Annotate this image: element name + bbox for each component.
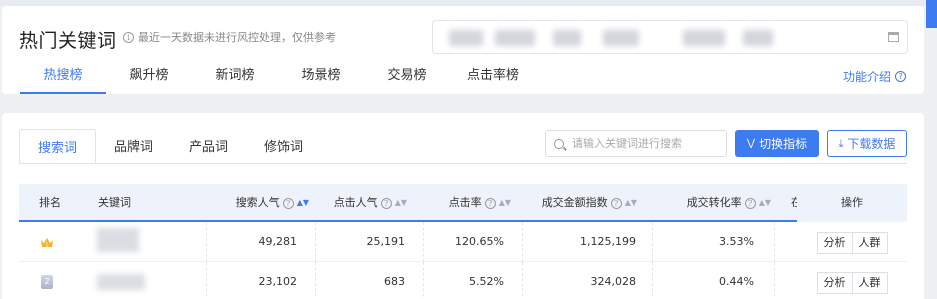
- cell-search-popularity: 49,281: [258, 235, 298, 248]
- info-icon: ?: [744, 197, 756, 209]
- rank-1: 1: [45, 243, 48, 249]
- cell-gmv-index: 1,125,199: [580, 235, 636, 248]
- col-rank: 排名: [39, 196, 61, 209]
- redacted-block: [449, 30, 483, 46]
- ranking-tabs: 热搜榜 飙升榜 新词榜 场景榜 交易榜 点击率榜: [20, 66, 536, 94]
- cell-click-popularity: 683: [384, 275, 405, 288]
- table-row: 2 23,102 683 5.52% 324,028 0.44% 分析 人群: [19, 262, 907, 299]
- col-conversion[interactable]: 成交转化率? ▲▼: [649, 184, 771, 222]
- switch-metric-button[interactable]: ⋁ 切换指标: [735, 130, 819, 157]
- crowd-button[interactable]: 人群: [851, 272, 888, 294]
- column-separator: [206, 222, 207, 262]
- info-icon: ?: [282, 197, 294, 209]
- row-actions: 分析 人群: [797, 222, 907, 262]
- analyze-button[interactable]: 分析: [816, 232, 853, 254]
- info-icon: ?: [484, 197, 496, 209]
- cell-conversion: 3.53%: [719, 235, 754, 248]
- table-row: 1 49,281 25,191 120.65% 1,125,199 3.53% …: [19, 222, 907, 262]
- tab-product-words[interactable]: 产品词: [171, 129, 246, 164]
- col-ctr-label: 点击率: [448, 196, 482, 209]
- info-icon: i: [123, 31, 134, 43]
- download-icon: ⤓: [838, 136, 844, 150]
- redacted-block: [743, 30, 773, 46]
- col-click-popularity-label: 点击人气: [333, 196, 378, 209]
- help-link-label: 功能介绍: [842, 70, 891, 84]
- tab-rising[interactable]: 飙升榜: [106, 66, 192, 94]
- cell-search-popularity: 23,102: [258, 275, 298, 288]
- cell-gmv-index: 324,028: [590, 275, 637, 288]
- tab-transaction[interactable]: 交易榜: [364, 66, 450, 94]
- date-range-picker[interactable]: [432, 20, 908, 54]
- info-icon: ?: [610, 197, 622, 209]
- redacted-block: [603, 30, 639, 46]
- sort-icon: ▲▼: [624, 198, 637, 207]
- page-title: 热门关键词: [19, 30, 117, 52]
- cell-ctr: 5.52%: [469, 275, 504, 288]
- crowd-button[interactable]: 人群: [851, 232, 888, 254]
- switch-metric-label: 切换指标: [759, 137, 808, 151]
- redacted-block: [553, 30, 581, 46]
- data-notice-text: 最近一天数据未进行风控处理，仅供参考: [138, 31, 336, 44]
- column-separator: [774, 262, 775, 299]
- keyword-search[interactable]: [545, 130, 727, 157]
- column-separator: [774, 222, 775, 262]
- col-gmv-index[interactable]: 成交金额指数? ▲▼: [519, 184, 637, 222]
- tab-modifier-words[interactable]: 修饰词: [246, 129, 321, 164]
- search-icon: [554, 138, 564, 149]
- tab-ctr[interactable]: 点击率榜: [450, 66, 536, 94]
- cell-click-popularity: 25,191: [366, 235, 406, 248]
- col-search-popularity[interactable]: 搜索人气? ▲▼: [209, 184, 309, 222]
- col-click-popularity[interactable]: 点击人气? ▲▼: [309, 184, 407, 222]
- redacted-keyword: [97, 274, 145, 290]
- rank-medal-icon: 2: [41, 275, 53, 289]
- sort-icon: ▲▼: [498, 198, 511, 207]
- tab-search-words[interactable]: 搜索词: [19, 129, 97, 164]
- data-notice: i 最近一天数据未进行风控处理，仅供参考: [123, 29, 336, 45]
- calendar-icon: [888, 32, 899, 42]
- tab-divider: [19, 163, 907, 164]
- redacted-block: [683, 30, 725, 46]
- tab-scenario[interactable]: 场景榜: [278, 66, 364, 94]
- info-icon: ?: [380, 197, 392, 209]
- keyword-type-tabs: 搜索词 品牌词 产品词 修饰词: [19, 129, 321, 164]
- tab-hot-search[interactable]: 热搜榜: [20, 66, 106, 94]
- keyword-card: 搜索词 品牌词 产品词 修饰词 ⋁ 切换指标 ⤓ 下载数据 排名 关键词 搜索人…: [2, 113, 924, 299]
- col-ops: 操作: [797, 184, 907, 222]
- col-gmv-index-label: 成交金额指数: [541, 196, 608, 209]
- cell-conversion: 0.44%: [719, 275, 754, 288]
- column-separator: [206, 262, 207, 299]
- sort-icon: ▲▼: [394, 198, 407, 207]
- col-keyword: 关键词: [98, 196, 131, 209]
- header-card: 热门关键词 i 最近一天数据未进行风控处理，仅供参考 热搜榜 飙升榜 新词榜 场…: [2, 6, 924, 94]
- download-label: 下载数据: [847, 137, 896, 151]
- crown-icon: 1: [41, 238, 53, 249]
- cell-ctr: 120.65%: [455, 235, 504, 248]
- col-search-popularity-label: 搜索人气: [235, 196, 280, 209]
- sort-icon: ▲▼: [758, 198, 771, 207]
- help-link[interactable]: 功能介绍 ?: [843, 68, 906, 85]
- redacted-keyword: [97, 228, 139, 252]
- sort-icon: ▲▼: [296, 198, 309, 207]
- keyword-table: 排名 关键词 搜索人气? ▲▼ 点击人气? ▲▼ 点击率? ▲▼ 成交金额指数? ▲▼ …: [19, 184, 907, 299]
- rank-2: 2: [44, 277, 50, 286]
- table-header: 排名 关键词 搜索人气? ▲▼ 点击人气? ▲▼ 点击率? ▲▼ 成交金额指数? ▲▼ …: [19, 184, 907, 222]
- row-actions: 分析 人群: [797, 262, 907, 299]
- question-icon: ?: [895, 71, 906, 82]
- download-button[interactable]: ⤓ 下载数据: [827, 130, 907, 157]
- double-chevron-down-icon: ⋁: [746, 138, 756, 149]
- corner-accent: [926, 0, 937, 28]
- analyze-button[interactable]: 分析: [816, 272, 853, 294]
- tab-new-words[interactable]: 新词榜: [192, 66, 278, 94]
- col-conversion-label: 成交转化率: [686, 196, 742, 209]
- search-input[interactable]: [572, 137, 712, 150]
- col-ctr[interactable]: 点击率? ▲▼: [419, 184, 511, 222]
- tab-brand-words[interactable]: 品牌词: [96, 129, 171, 164]
- redacted-block: [495, 30, 535, 46]
